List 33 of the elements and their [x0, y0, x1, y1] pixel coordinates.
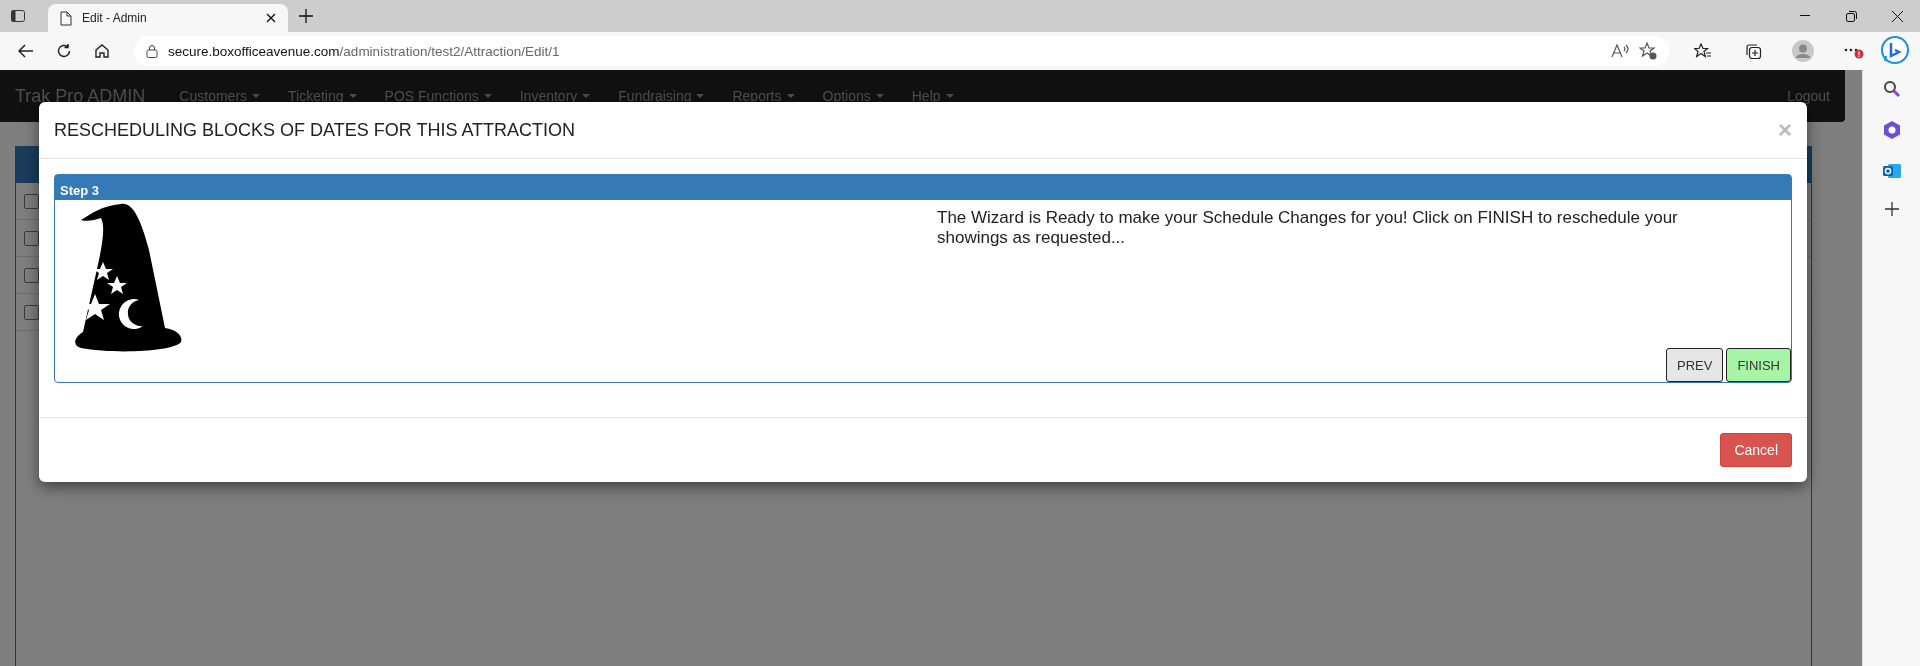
nav-menu[interactable]: POS Functions: [370, 88, 506, 104]
wizard-message: The Wizard is Ready to make your Schedule Changes for you! Click on FINISH to reschedule your showings as requested...: [936, 207, 1679, 249]
step-header: Step 3: [55, 175, 1791, 200]
add-favorite-icon[interactable]: [1639, 42, 1657, 60]
read-aloud-icon[interactable]: [1611, 43, 1629, 59]
hexagon-icon[interactable]: [1882, 120, 1901, 140]
modal-title: RESCHEDULING BLOCKS OF DATES FOR THIS ATTRACTION: [54, 119, 577, 141]
nav-menu[interactable]: Help: [897, 88, 968, 104]
checkbox[interactable]: [24, 230, 39, 246]
nav-menu[interactable]: Customers: [165, 88, 275, 104]
checkbox[interactable]: [24, 267, 39, 283]
tab-title: Edit - Admin: [82, 11, 148, 25]
mail-app-icon[interactable]: [1881, 162, 1902, 180]
search-icon[interactable]: [1882, 80, 1901, 98]
url-text: secure.boxofficeavenue.com/administration/test2/Attraction/Edit/1: [168, 43, 561, 59]
checkbox[interactable]: [24, 304, 39, 320]
logout-link[interactable]: Logout: [1787, 88, 1830, 104]
page-icon: [60, 10, 72, 26]
prev-button[interactable]: PREV: [1665, 348, 1724, 382]
nav-menu[interactable]: Options: [808, 88, 898, 104]
finish-button[interactable]: FINISH: [1726, 348, 1791, 382]
nav-menu[interactable]: Reports: [718, 88, 809, 104]
cancel-button[interactable]: Cancel: [1720, 433, 1792, 467]
nav-menu[interactable]: Fundraising: [604, 88, 719, 104]
browser-tab[interactable]: Edit - Admin: [48, 4, 288, 32]
close-button[interactable]: ×: [1778, 118, 1792, 142]
lock-icon: [146, 44, 158, 58]
address-bar[interactable]: secure.boxofficeavenue.com/administration/test2/Attraction/Edit/1: [134, 36, 1669, 66]
close-icon[interactable]: [266, 13, 276, 23]
checkbox[interactable]: [24, 193, 39, 209]
nav-menu[interactable]: Inventory: [505, 88, 605, 104]
add-icon[interactable]: [1884, 202, 1899, 216]
nav-menu[interactable]: Ticketing: [274, 88, 371, 104]
